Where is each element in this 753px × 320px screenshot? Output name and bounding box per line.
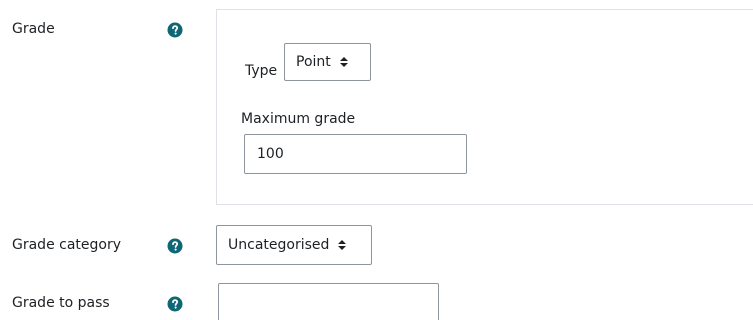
- grade-label: Grade: [12, 21, 55, 37]
- grade-type-select[interactable]: Point: [284, 43, 371, 81]
- grade-type-value: Point: [296, 54, 331, 70]
- grade-category-help-icon[interactable]: [167, 238, 183, 254]
- question-circle-icon: [167, 296, 183, 312]
- grade-to-pass-label: Grade to pass: [12, 295, 110, 311]
- grade-fieldset: [216, 9, 753, 205]
- select-caret-icon: [338, 239, 347, 251]
- grade-category-select[interactable]: Uncategorised: [216, 225, 372, 265]
- question-circle-icon: [167, 238, 183, 254]
- maximum-grade-input[interactable]: [244, 134, 467, 174]
- maximum-grade-label: Maximum grade: [241, 111, 356, 127]
- grade-help-icon[interactable]: [167, 22, 183, 38]
- grade-to-pass-help-icon[interactable]: [167, 296, 183, 312]
- grade-category-label: Grade category: [12, 237, 122, 253]
- grade-settings-section: Grade Type Point Maximum grade Grade cat…: [0, 0, 753, 320]
- grade-category-value: Uncategorised: [228, 237, 330, 253]
- grade-to-pass-input[interactable]: [218, 283, 439, 320]
- grade-type-label: Type: [245, 63, 278, 79]
- select-caret-icon: [339, 56, 348, 68]
- question-circle-icon: [167, 22, 183, 38]
